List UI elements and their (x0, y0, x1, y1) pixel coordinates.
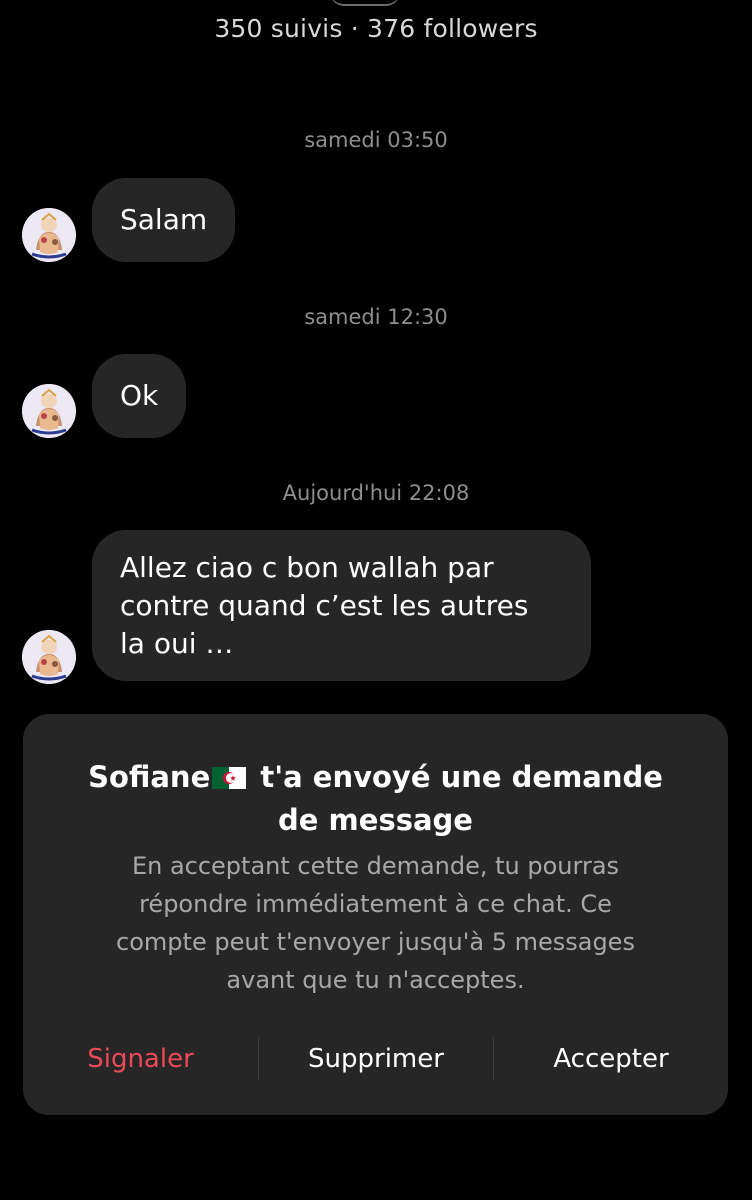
request-title: Sofiane t'a envoyé une demande de messag… (23, 756, 728, 842)
profile-stats: 350 suivis · 376 followers (214, 14, 538, 43)
sender-avatar[interactable] (22, 630, 76, 684)
message-bubble[interactable]: Ok (92, 354, 187, 438)
request-title-text: t'a envoyé une demande (260, 760, 663, 794)
algeria-flag-icon (212, 758, 247, 789)
request-description-line: répondre immédiatement à ce chat. Ce (139, 890, 612, 918)
report-button[interactable]: Signaler (23, 1034, 258, 1084)
message-request-card: Sofiane t'a envoyé une demande de messag… (23, 714, 728, 1115)
message-text: Salam (120, 203, 208, 236)
request-description-line: compte peut t'envoyer jusqu'à 5 messages (116, 928, 635, 956)
message-bubble[interactable]: Allez ciao c bon wallah par contre quand… (92, 530, 591, 681)
request-title-line2: de message (278, 803, 473, 837)
request-sender-name: Sofiane (88, 760, 211, 794)
message-text-line: contre quand c’est les autres (120, 589, 529, 622)
message-text: Ok (120, 379, 159, 412)
message-timestamp: samedi 12:30 (304, 305, 448, 329)
request-description-line: avant que tu n'acceptes. (226, 966, 525, 994)
message-timestamp: Aujourd'hui 22:08 (282, 481, 470, 505)
sender-avatar[interactable] (22, 208, 76, 262)
message-timestamp: samedi 03:50 (304, 128, 448, 152)
request-description: En acceptant cette demande, tu pourras r… (73, 847, 678, 999)
sender-avatar[interactable] (22, 384, 76, 438)
message-text-line: la oui … (120, 627, 234, 660)
message-bubble[interactable]: Salam (92, 178, 236, 262)
message-text-line: Allez ciao c bon wallah par (120, 551, 494, 584)
request-actions: Signaler Supprimer Accepter (23, 1034, 728, 1084)
accept-button[interactable]: Accepter (494, 1034, 728, 1084)
profile-username-cutoff (330, 0, 400, 6)
request-description-line: En acceptant cette demande, tu pourras (131, 852, 620, 880)
delete-button[interactable]: Supprimer (259, 1034, 493, 1084)
